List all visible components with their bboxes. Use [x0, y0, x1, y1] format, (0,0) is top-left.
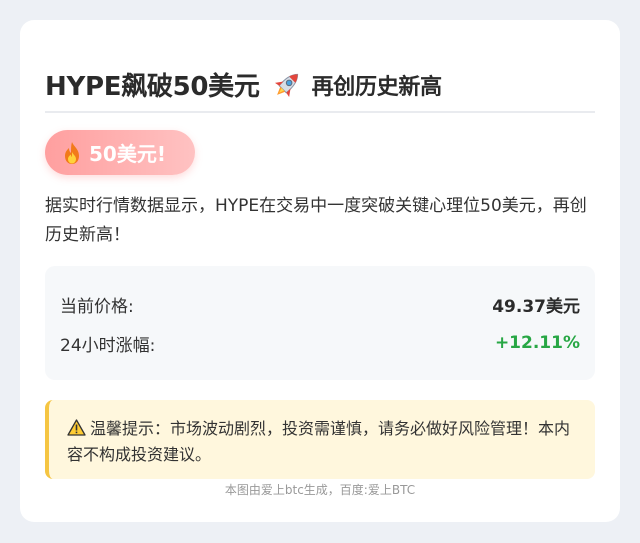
footer-credit: 本图由爱上btc生成，百度:爱上BTC	[224, 483, 416, 497]
warning-text: 温馨提示：市场波动剧烈，投资需谨慎，请务必做好风险管理！本内容不构成投资建议。	[67, 419, 571, 464]
description-text: 据实时行情数据显示，HYPE在交易中一度突破关键心理位50美元，再创历史新高！	[45, 196, 587, 245]
news-card: HYPE飙破50美元 再创历史新高 50美元! 据实时行情数据显示，HYPE在交…	[20, 20, 620, 522]
change-row: 24小时涨幅: +12.11%	[60, 328, 580, 358]
price-panel: 当前价格: 49.37美元 24小时涨幅: +12.11%	[45, 266, 595, 380]
fire-icon	[65, 141, 79, 164]
current-price-row: 当前价格: 49.37美元	[60, 289, 580, 319]
rocket-icon	[274, 73, 298, 97]
title-main: HYPE飙破50美元	[45, 72, 260, 102]
current-price-label: 当前价格:	[60, 296, 134, 317]
change-value: +12.11%	[494, 333, 580, 353]
price-badge: 50美元!	[45, 130, 195, 175]
title-divider	[45, 111, 595, 113]
page-title: HYPE飙破50美元 再创历史新高	[45, 66, 442, 103]
title-sub: 再创历史新高	[311, 74, 443, 100]
change-label: 24小时涨幅:	[60, 335, 156, 356]
warning-icon	[67, 419, 86, 436]
warning-box: 温馨提示：市场波动剧烈，投资需谨慎，请务必做好风险管理！本内容不构成投资建议。	[45, 400, 595, 479]
current-price-value: 49.37美元	[492, 296, 580, 317]
badge-label: 50美元!	[89, 142, 166, 166]
